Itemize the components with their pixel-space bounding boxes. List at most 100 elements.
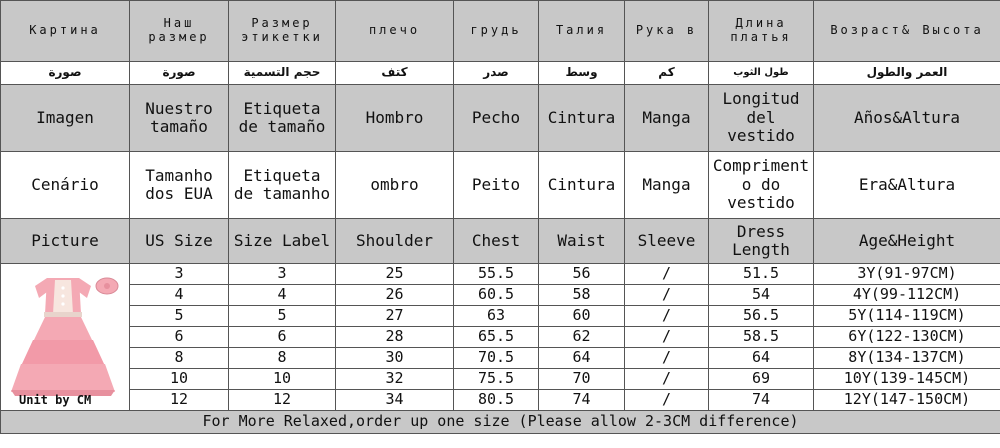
header-cell: العمر والطول <box>813 61 1000 85</box>
header-cell: Imagen <box>0 84 130 152</box>
header-cell: Hombro <box>335 84 454 152</box>
table-cell: 56 <box>538 263 625 285</box>
header-cell: Наш размер <box>129 0 229 62</box>
table-cell: 60.5 <box>453 284 539 306</box>
table-cell: 58.5 <box>708 326 814 348</box>
header-cell: US Size <box>129 218 229 264</box>
header-cell: Nuestro tamaño <box>129 84 229 152</box>
dress-image <box>11 277 119 396</box>
table-row: 5 5 27 63 60 / 56.5 5Y(114-119CM) <box>1 305 1000 327</box>
table-cell: 4 <box>129 284 229 306</box>
table-cell: 75.5 <box>453 368 539 390</box>
table-cell: 58 <box>538 284 625 306</box>
table-cell: 60 <box>538 305 625 327</box>
table-cell: 74 <box>538 389 625 411</box>
header-cell: Sleeve <box>624 218 709 264</box>
header-cell: Размер этикетки <box>228 0 336 62</box>
header-cell: Cenário <box>0 151 130 219</box>
table-cell: 10Y(139-145CM) <box>813 368 1000 390</box>
header-cell: كم <box>624 61 709 85</box>
table-cell: 10 <box>228 368 336 390</box>
header-cell: وسط <box>538 61 625 85</box>
table-cell: / <box>624 368 709 390</box>
header-cell: Size Label <box>228 218 336 264</box>
table-cell: 74 <box>708 389 814 411</box>
table-cell: 12Y(147-150CM) <box>813 389 1000 411</box>
header-cell: Etiqueta de tamanho <box>228 151 336 219</box>
table-cell: 3Y(91-97CM) <box>813 263 1000 285</box>
table-row: 4 4 26 60.5 58 / 54 4Y(99-112CM) <box>1 284 1000 306</box>
table-cell: 6 <box>228 326 336 348</box>
table-cell: 69 <box>708 368 814 390</box>
header-cell: Peito <box>453 151 539 219</box>
header-cell: Cintura <box>538 84 625 152</box>
table-cell: / <box>624 305 709 327</box>
table-cell: 3 <box>129 263 229 285</box>
header-cell: Pecho <box>453 84 539 152</box>
header-cell: Etiqueta de tamaño <box>228 84 336 152</box>
table-cell: 4Y(99-112CM) <box>813 284 1000 306</box>
header-cell: ombro <box>335 151 454 219</box>
header-row-arabic: صورة صورة حجم التسمية كتف صدر وسط كم طول… <box>0 61 1000 85</box>
table-cell: 12 <box>228 389 336 411</box>
header-cell: صورة <box>129 61 229 85</box>
table-cell: 3 <box>228 263 336 285</box>
table-cell: 51.5 <box>708 263 814 285</box>
table-cell: 80.5 <box>453 389 539 411</box>
table-cell: / <box>624 263 709 285</box>
header-cell: Длина платья <box>708 0 814 62</box>
header-cell: Возраст& Высота <box>813 0 1000 62</box>
table-cell: 12 <box>129 389 229 411</box>
table-row: 10 10 32 75.5 70 / 69 10Y(139-145CM) <box>1 368 1000 390</box>
table-cell: / <box>624 284 709 306</box>
footer-row: For More Relaxed,order up one size (Plea… <box>0 410 1000 434</box>
header-cell: Años&Altura <box>813 84 1000 152</box>
header-cell: Shoulder <box>335 218 454 264</box>
table-cell: 27 <box>335 305 454 327</box>
table-cell: 30 <box>335 347 454 369</box>
header-cell: Cintura <box>538 151 625 219</box>
header-cell: Manga <box>624 84 709 152</box>
header-cell: Chest <box>453 218 539 264</box>
table-cell: 8 <box>228 347 336 369</box>
table-cell: 32 <box>335 368 454 390</box>
header-cell: صدر <box>453 61 539 85</box>
table-cell: 64 <box>538 347 625 369</box>
header-cell: طول الثوب <box>708 61 814 85</box>
table-cell: 5Y(114-119CM) <box>813 305 1000 327</box>
table-cell: 63 <box>453 305 539 327</box>
table-cell: / <box>624 389 709 411</box>
header-row-russian: Картина Наш размер Размер этикетки плечо… <box>0 0 1000 62</box>
table-cell: 34 <box>335 389 454 411</box>
table-cell: 6Y(122-130CM) <box>813 326 1000 348</box>
table-cell: 56.5 <box>708 305 814 327</box>
table-cell: 62 <box>538 326 625 348</box>
header-row-spanish: Imagen Nuestro tamaño Etiqueta de tamaño… <box>0 84 1000 152</box>
header-cell: صورة <box>0 61 130 85</box>
header-cell: Longitud del vestido <box>708 84 814 152</box>
header-cell: Age&Height <box>813 218 1000 264</box>
size-chart-table: Картина Наш размер Размер этикетки плечо… <box>0 0 1000 434</box>
header-cell: Picture <box>0 218 130 264</box>
header-cell: Era&Altura <box>813 151 1000 219</box>
header-row-portuguese: Cenário Tamanho dos EUA Etiqueta de tama… <box>0 151 1000 219</box>
table-cell: 4 <box>228 284 336 306</box>
footer-note: For More Relaxed,order up one size (Plea… <box>0 410 1000 434</box>
table-cell: 70 <box>538 368 625 390</box>
table-cell: 8 <box>129 347 229 369</box>
header-cell: Талия <box>538 0 625 62</box>
unit-label: Unit by CM <box>19 393 92 408</box>
table-cell: 25 <box>335 263 454 285</box>
header-cell: грудь <box>453 0 539 62</box>
header-cell: Картина <box>0 0 130 62</box>
table-row: 12 12 34 80.5 74 / 74 12Y(147-150CM) <box>1 389 1000 411</box>
header-row-english: Picture US Size Size Label Shoulder Ches… <box>0 218 1000 264</box>
table-cell: 26 <box>335 284 454 306</box>
table-cell: 54 <box>708 284 814 306</box>
table-row: Unit by CM 3 3 25 55.5 56 / 51.5 3Y(91-9… <box>0 263 1000 411</box>
header-cell: Рука в <box>624 0 709 62</box>
table-cell: 64 <box>708 347 814 369</box>
table-cell: / <box>624 347 709 369</box>
table-cell: 8Y(134-137CM) <box>813 347 1000 369</box>
header-cell: плечо <box>335 0 454 62</box>
